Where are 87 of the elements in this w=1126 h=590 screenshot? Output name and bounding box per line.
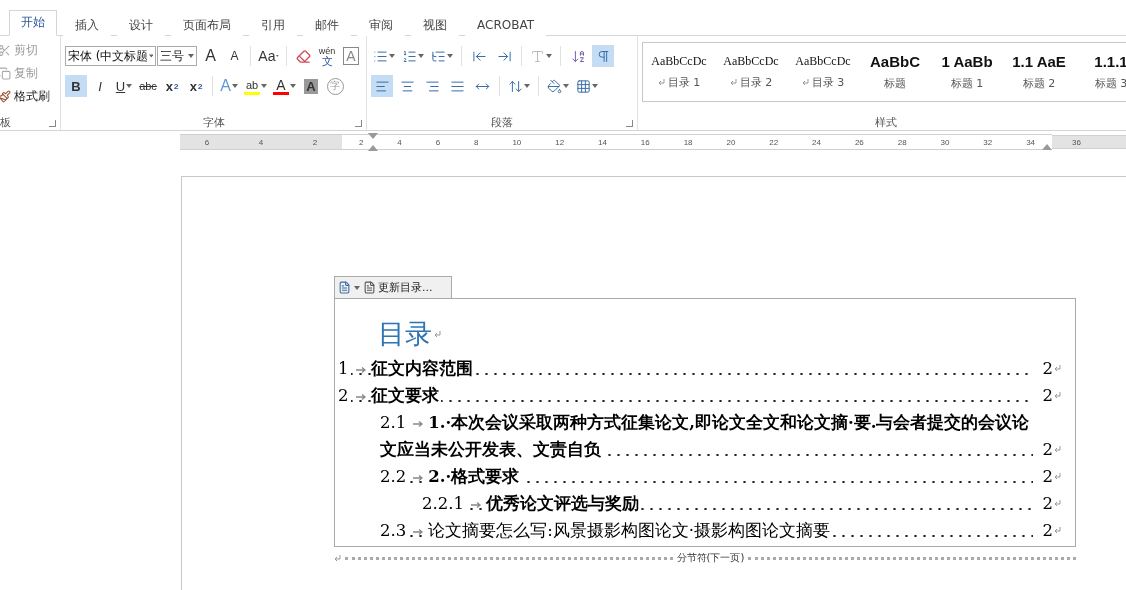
superscript-button[interactable]: x$^{2}$ (185, 75, 207, 97)
style-item[interactable]: AaBbCcDc 目录 1 (643, 43, 715, 101)
first-line-indent-marker[interactable] (368, 133, 378, 139)
bold-button[interactable]: B (65, 75, 87, 97)
justify-icon (449, 78, 465, 94)
caret-icon (418, 54, 424, 58)
align-center-icon (399, 78, 415, 94)
caret-icon (592, 84, 598, 88)
tab-mark-icon (470, 501, 482, 509)
paint-bucket-icon (547, 78, 562, 94)
style-item[interactable]: AaBbC 标题 (859, 43, 931, 101)
toc-heading: 目录 (378, 317, 432, 351)
multilevel-list-icon (431, 48, 446, 64)
paragraph-mark-icon (1054, 392, 1061, 399)
dialog-launcher-icon[interactable] (355, 120, 362, 127)
caret-icon (126, 84, 133, 88)
paragraph-mark-icon (1054, 473, 1061, 480)
group-label: 板 (0, 114, 11, 130)
font-size-field[interactable]: 三号 (157, 46, 198, 66)
dialog-launcher-icon[interactable] (626, 120, 633, 127)
font-color-button[interactable]: A (271, 75, 298, 97)
document-icon (363, 281, 376, 294)
caret-icon (447, 54, 453, 58)
paragraph-mark-icon (1054, 365, 1061, 372)
tab-mark-icon (412, 420, 425, 428)
style-item[interactable]: 1 AaBb 标题 1 (931, 43, 1003, 101)
update-toc-button[interactable]: 更新目录... (363, 280, 433, 295)
style-item[interactable]: AaBbCcDc 目录 2 (715, 43, 787, 101)
document-icon (338, 281, 351, 294)
pilcrow-button[interactable] (592, 45, 614, 67)
section-break-label: 分节符(下一页) (676, 551, 745, 565)
caret-icon (563, 84, 569, 88)
caret-icon (546, 54, 552, 58)
paragraph-mark-icon (1054, 500, 1061, 507)
scissors-icon (0, 44, 11, 57)
caret-icon (231, 84, 238, 88)
tab-mark-icon (354, 366, 367, 374)
caret-icon (354, 285, 360, 290)
copy-icon (0, 67, 11, 80)
numbered-list-icon (402, 48, 417, 64)
tab-mark-icon (412, 474, 425, 482)
grow-font-button[interactable]: A (199, 45, 222, 67)
pilcrow-icon (595, 48, 611, 64)
group-label: 段落 (491, 114, 513, 130)
paragraph-mark-icon (729, 79, 737, 86)
ruler: 6 4 2 2 4 6 8 10 12 14 16 18 20 22 24 26 28 30 32 34 36 (180, 132, 1126, 152)
bullet-list-icon (373, 48, 388, 64)
italic-button[interactable]: I (89, 75, 111, 97)
group-label: 样式 (874, 114, 897, 130)
style-item[interactable]: 1.1 AaE 标题 2 (1003, 43, 1075, 101)
paragraph-mark-icon (434, 330, 441, 338)
painter-button[interactable]: 格式刷 (0, 86, 56, 107)
align-left-button[interactable] (371, 75, 393, 97)
paragraph-mark-icon (657, 79, 665, 86)
align-right-icon (424, 78, 440, 94)
highlight-button[interactable]: ab (242, 75, 269, 97)
paragraph-mark-icon (801, 79, 809, 86)
ribbon-tab[interactable]: 开始 (9, 10, 57, 36)
dialog-launcher-icon[interactable] (49, 120, 56, 127)
letter-icon (530, 48, 545, 64)
paragraph-mark-icon (1054, 446, 1061, 453)
font-name-field[interactable]: 宋体 (中文标题 (65, 46, 156, 66)
style-item[interactable]: AaBbCcDc 目录 3 (787, 43, 859, 101)
align-left-icon (374, 78, 390, 94)
underline-button[interactable]: U (113, 75, 135, 97)
character-border-button[interactable]: A (340, 45, 362, 67)
group-label: 字体 (202, 114, 225, 130)
strikethrough-button[interactable]: abc (137, 75, 159, 97)
sort-icon (570, 48, 586, 64)
tab-mark-icon (354, 393, 367, 401)
caret-icon (276, 54, 280, 58)
line-spacing-icon (508, 78, 523, 94)
caret-icon (389, 54, 395, 58)
caret-icon (148, 54, 153, 58)
tab-mark-icon (412, 528, 425, 536)
change-case-button[interactable]: Aa (256, 45, 282, 67)
borders-icon (576, 78, 591, 94)
caret-icon (261, 84, 267, 88)
shrink-font-button[interactable]: A (223, 45, 246, 67)
caret-icon (290, 84, 296, 88)
paintbrush-icon (0, 90, 11, 103)
phonetic-guide-button[interactable]: wén 文 (316, 45, 338, 67)
caret-icon (524, 84, 530, 88)
paragraph-mark-icon (1054, 527, 1061, 534)
caret-icon (188, 54, 195, 58)
character-shading-button[interactable]: A (300, 75, 322, 97)
paragraph-mark-icon (334, 554, 341, 562)
